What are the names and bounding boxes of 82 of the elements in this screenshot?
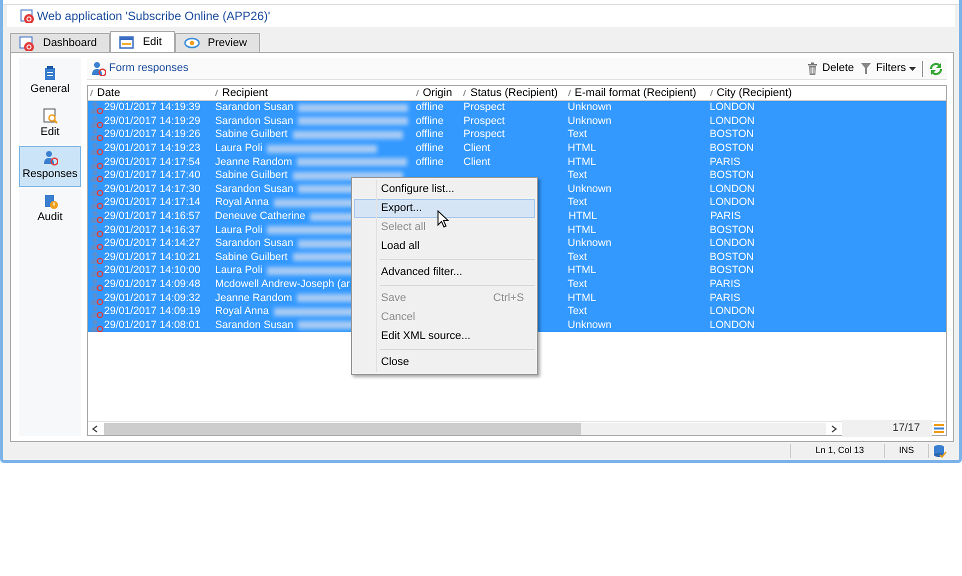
- table-cell: 29/01/2017 14:10:00: [104, 264, 200, 278]
- table-cell: PARIS: [710, 156, 740, 169]
- table-cell: 29/01/2017 14:17:14: [104, 196, 200, 210]
- table-cell: Royal Anna: [215, 305, 269, 318]
- table-cell: LONDON: [710, 114, 755, 128]
- table-cell: 29/01/2017 14:16:57: [104, 210, 200, 224]
- table-cell: Unknown: [568, 318, 612, 332]
- table-cell: offline: [416, 128, 444, 142]
- table-cell: 29/01/2017 14:10:21: [104, 250, 200, 264]
- table-cell: Text: [568, 305, 587, 318]
- table-cell: 29/01/2017 14:08:01: [104, 318, 200, 332]
- table-cell: PARIS: [710, 210, 741, 224]
- table-cell: offline: [416, 114, 444, 128]
- table-cell: 29/01/2017 14:19:23: [104, 142, 200, 156]
- table-cell: Deneuve Catherine: [214, 210, 306, 224]
- table-cell: 29/01/2017 14:09:32: [104, 292, 200, 305]
- table-cell: Text: [568, 278, 587, 292]
- insert-mode: INS: [898, 444, 914, 458]
- table-cell: 29/01/2017 14:14:27: [104, 237, 200, 250]
- table-cell: Client: [463, 142, 490, 156]
- table-cell: Sabine Guilbert: [215, 250, 288, 264]
- table-cell: LONDON: [710, 318, 755, 332]
- table-cell: HTML: [568, 210, 598, 224]
- table-cell: offline: [416, 142, 444, 156]
- table-cell: Text: [568, 250, 587, 264]
- table-cell: Laura Poli: [215, 224, 262, 237]
- table-cell: Sarandon Susan: [215, 114, 294, 128]
- table-cell: Sabine Guilbert: [215, 169, 288, 182]
- table-cell: LONDON: [710, 182, 755, 196]
- table-cell: Unknown: [568, 182, 612, 196]
- table-cell: HTML: [568, 264, 596, 278]
- table-cell: Sarandon Susan: [215, 182, 294, 196]
- table-cell: Sarandon Susan: [215, 237, 294, 250]
- table-cell: 29/01/2017 14:17:30: [104, 182, 200, 196]
- table-cell: offline: [416, 101, 444, 114]
- table-cell: Prospect: [463, 128, 505, 142]
- table-cell: 29/01/2017 14:19:29: [104, 114, 200, 128]
- table-cell: 29/01/2017 14:16:37: [104, 224, 200, 237]
- table-cell: BOSTON: [710, 142, 754, 156]
- table-cell: 29/01/2017 14:09:19: [104, 305, 200, 318]
- table-cell: Client: [463, 156, 490, 169]
- table-cell: Unknown: [568, 101, 612, 114]
- table-cell: 29/01/2017 14:09:48: [104, 278, 200, 292]
- table-cell: Text: [568, 128, 587, 142]
- table-cell: 29/01/2017 14:17:54: [104, 156, 200, 169]
- table-cell: LONDON: [710, 101, 755, 114]
- table-cell: PARIS: [710, 292, 740, 305]
- table-cell: HTML: [568, 142, 596, 156]
- table-cell: Jeanne Random: [215, 156, 292, 169]
- table-cell: HTML: [568, 292, 596, 305]
- table-cell: 29/01/2017 14:19:26: [104, 128, 200, 142]
- table-cell: Prospect: [463, 101, 505, 114]
- table-cell: 29/01/2017 14:17:40: [104, 169, 200, 182]
- table-cell: Prospect: [463, 114, 505, 128]
- table-cell: LONDON: [710, 305, 755, 318]
- table-cell: Text: [568, 169, 587, 182]
- table-cell: BOSTON: [710, 250, 754, 264]
- table-cell: PARIS: [710, 278, 740, 292]
- table-cell: BOSTON: [710, 224, 754, 237]
- table-cell: 29/01/2017 14:19:39: [104, 101, 200, 114]
- table-cell: Mcdowell Andrew-Joseph (ar: [215, 278, 350, 292]
- table-cell: BOSTON: [710, 264, 754, 278]
- table-cell: offline: [416, 156, 444, 169]
- cursor-position: Ln 1, Col 13: [815, 444, 864, 458]
- table-cell: Sarandon Susan: [215, 101, 294, 114]
- table-cell: Jeanne Random: [215, 292, 292, 305]
- table-cell: Unknown: [568, 114, 612, 128]
- table-cell: BOSTON: [710, 128, 754, 142]
- table-cell: HTML: [568, 156, 596, 169]
- table-cell: LONDON: [710, 237, 755, 250]
- table-cell: BOSTON: [710, 169, 754, 182]
- row-count: 17/17: [842, 420, 932, 437]
- table-cell: Unknown: [568, 237, 612, 250]
- table-cell: Royal Anna: [215, 196, 269, 210]
- table-cell: Sarandon Susan: [215, 318, 294, 332]
- table-cell: LONDON: [710, 196, 755, 210]
- table-cell: Sabine Guilbert: [215, 128, 288, 142]
- table-cell: HTML: [568, 224, 596, 237]
- table-cell: Text: [568, 196, 587, 210]
- window-title: Web application 'Subscribe Online (APP26)': [37, 8, 270, 25]
- table-cell: Laura Poli: [215, 142, 262, 156]
- table-cell: Laura Poli: [215, 264, 262, 278]
